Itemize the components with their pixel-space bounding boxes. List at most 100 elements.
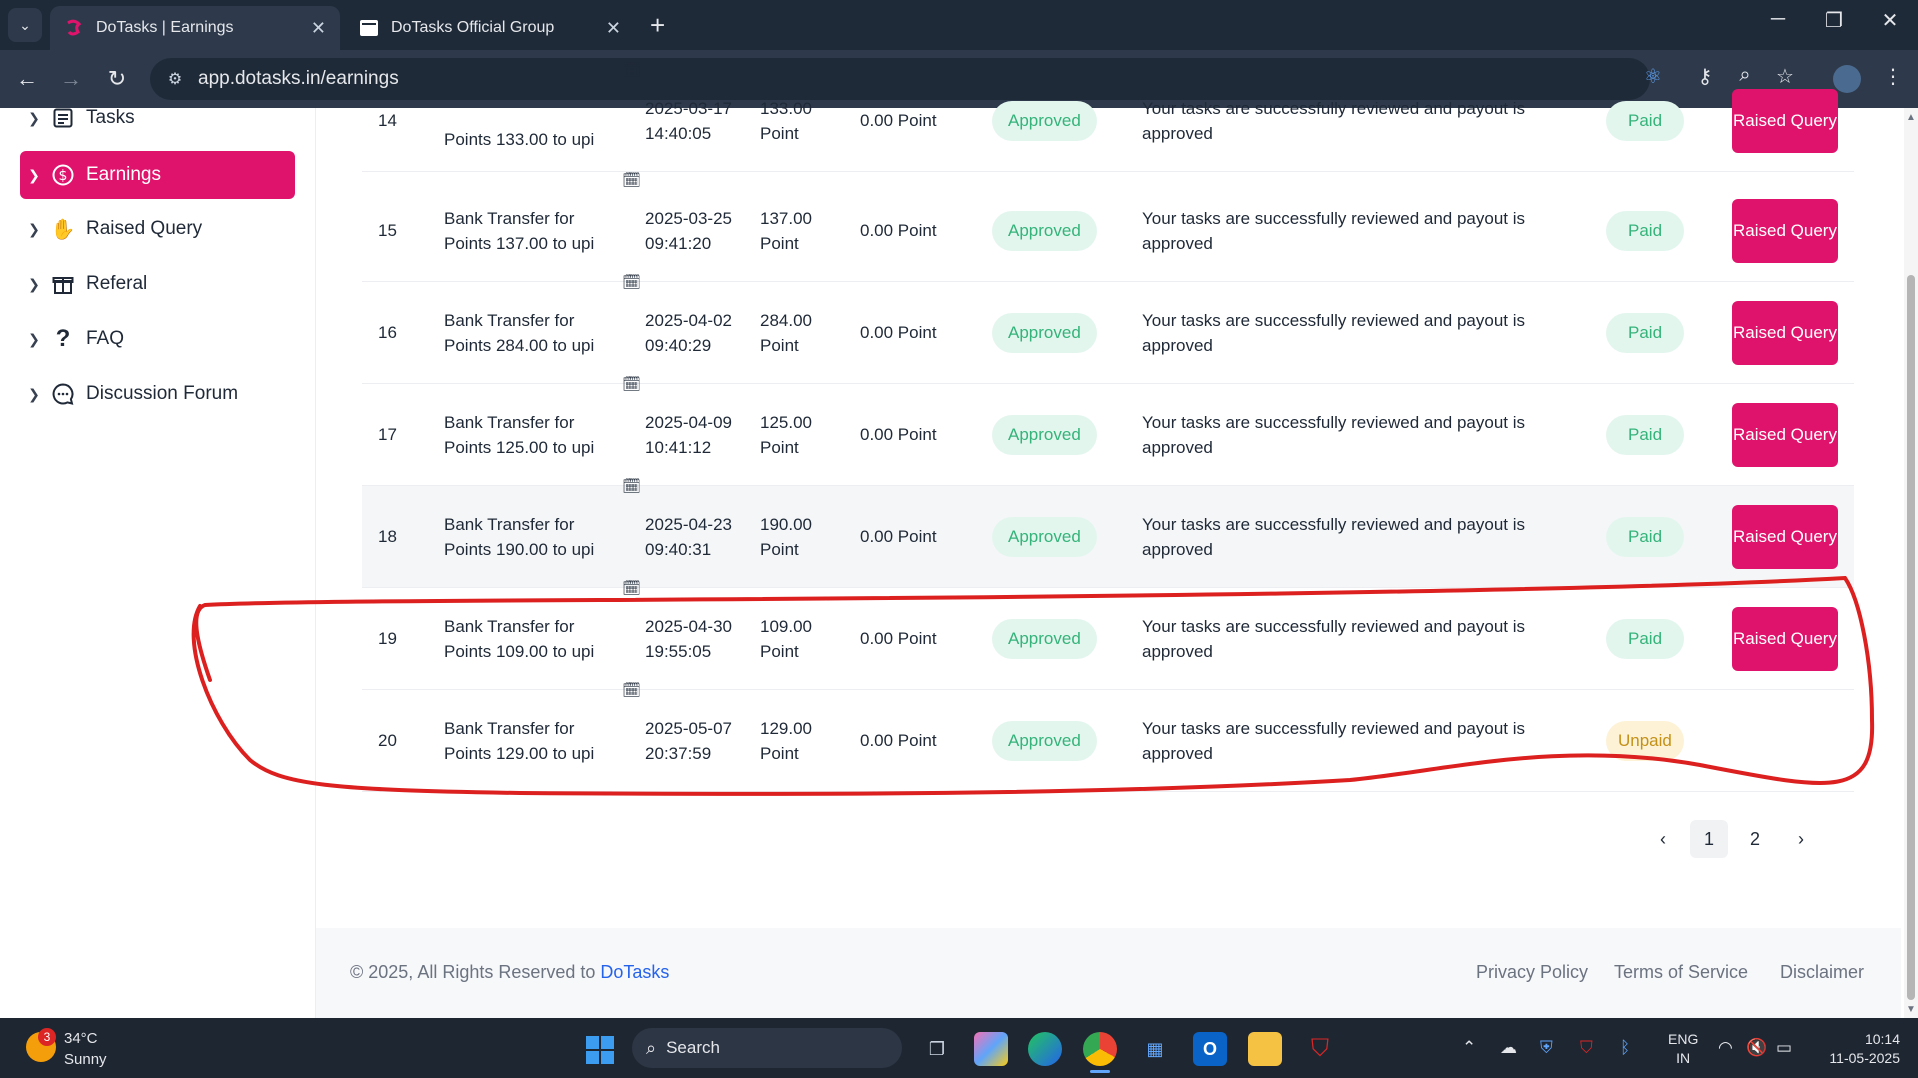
table-row: 15 Bank Transfer for Points 137.00 to up… (362, 172, 1854, 282)
wifi-icon[interactable]: ◠ (1718, 1038, 1733, 1058)
copyright-text: © 2025, All Rights Reserved to (350, 962, 601, 982)
row-description: Bank Transfer for Points 109.00 to upi (444, 616, 595, 661)
close-window-icon[interactable]: ✕ (1870, 8, 1910, 33)
site-settings-icon[interactable]: ⚙ (164, 68, 186, 90)
restore-icon[interactable]: ❐ (1814, 8, 1854, 33)
row-amount: 190.00 Point (760, 514, 812, 559)
payment-badge: Paid (1606, 516, 1685, 557)
raised-query-button[interactable]: Raised Query (1732, 402, 1838, 467)
tab-title: DoTasks | Earnings (96, 19, 234, 36)
privacy-policy-link[interactable]: Privacy Policy (1476, 962, 1588, 983)
tab-earnings[interactable]: DoTasks | Earnings ✕ (50, 6, 340, 50)
back-icon[interactable]: ← (12, 64, 42, 94)
row-date: 🗓 2025-04-09 10:41:12 (622, 376, 752, 485)
tab-official-group[interactable]: DoTasks Official Group ✕ (345, 6, 635, 50)
row-amount: 137.00 Point (760, 208, 812, 253)
table-row: 16 Bank Transfer for Points 284.00 to up… (362, 274, 1854, 384)
sidebar-item-discussion-forum[interactable]: ❯ Discussion Forum (20, 370, 295, 418)
microsoft-store-icon[interactable]: ▦ (1138, 1032, 1172, 1066)
brand-link[interactable]: DoTasks (600, 962, 669, 982)
row-fee: 0.00 Point (860, 629, 937, 648)
page-1-button[interactable]: 1 (1690, 820, 1728, 858)
hand-icon: ✋ (50, 218, 76, 241)
row-date-text: 2025-03-17 14:40:05 (645, 98, 733, 143)
close-icon[interactable]: ✕ (311, 18, 326, 39)
calendar-icon: 🗓 (622, 172, 642, 189)
close-icon[interactable]: ✕ (606, 18, 621, 39)
page-2-button[interactable]: 2 (1736, 820, 1774, 858)
sidebar: ❯ Tasks ❯ $ Earnings ❯ ✋ Raised Query ❯ … (0, 107, 316, 1018)
terms-of-service-link[interactable]: Terms of Service (1614, 962, 1748, 983)
raised-query-button[interactable]: Raised Query (1732, 504, 1838, 569)
earnings-table: 14 Points 133.00 to upi 🗓 2025-03-17 14:4… (316, 62, 1901, 1018)
onedrive-cloud-icon[interactable]: ☁ (1500, 1038, 1517, 1058)
row-date-text: 2025-05-07 20:37:59 (645, 718, 733, 763)
next-page-icon[interactable]: › (1782, 820, 1820, 858)
mcafee-icon[interactable]: ⛉ (1303, 1032, 1337, 1066)
row-date: 🗓 2025-04-30 19:55:05 (622, 580, 752, 689)
sidebar-item-label: Raised Query (86, 218, 203, 239)
raised-query-button[interactable]: Raised Query (1732, 300, 1838, 365)
reload-icon[interactable]: ↻ (102, 64, 132, 94)
scroll-up-icon[interactable]: ▲ (1905, 112, 1917, 123)
disclaimer-link[interactable]: Disclaimer (1780, 962, 1864, 983)
list-icon (48, 105, 78, 131)
chrome-browser-icon[interactable] (1083, 1032, 1117, 1066)
speaker-muted-icon[interactable]: 🔇 (1746, 1038, 1767, 1058)
scrollbar-thumb[interactable] (1907, 275, 1915, 1000)
row-number: 19 (378, 629, 397, 648)
calendar-icon: 🗓 (622, 274, 642, 291)
row-remark: Your tasks are successfully reviewed and… (1142, 718, 1526, 763)
payment-badge: Paid (1606, 100, 1685, 141)
sidebar-item-tasks[interactable]: ❯ Tasks (20, 94, 295, 142)
row-fee: 0.00 Point (860, 221, 937, 240)
weather-condition: Sunny (64, 1051, 107, 1068)
row-date-text: 2025-04-23 09:40:31 (645, 514, 733, 559)
clock-time: 10:14 (1864, 1031, 1900, 1047)
raised-query-button[interactable]: Raised Query (1732, 606, 1838, 671)
sidebar-item-label: Tasks (86, 107, 135, 128)
prev-page-icon[interactable]: ‹ (1644, 820, 1682, 858)
tab-title: DoTasks Official Group (391, 19, 555, 36)
chevron-up-icon[interactable]: ⌃ (1462, 1038, 1476, 1058)
language-indicator[interactable]: ENG IN (1668, 1030, 1698, 1068)
calendar-icon: 🗓 (622, 580, 642, 597)
mcafee-tray-icon[interactable]: ⛉ (1580, 1038, 1593, 1058)
sidebar-item-earnings[interactable]: ❯ $ Earnings (20, 151, 295, 199)
copilot-icon[interactable] (974, 1032, 1008, 1066)
row-date-text: 2025-03-25 09:41:20 (645, 208, 733, 253)
row-remark: Your tasks are successfully reviewed and… (1142, 208, 1526, 253)
sidebar-item-faq[interactable]: ❯ ? FAQ (20, 315, 295, 363)
windows-start-icon[interactable] (586, 1036, 614, 1064)
file-explorer-icon[interactable] (1248, 1032, 1282, 1066)
row-date: 🗓 2025-04-02 09:40:29 (622, 274, 752, 383)
sidebar-item-raised-query[interactable]: ❯ ✋ Raised Query (20, 205, 295, 253)
outlook-icon[interactable]: O (1193, 1032, 1227, 1066)
raised-query-button[interactable]: Raised Query (1732, 198, 1838, 263)
status-badge: Approved (992, 720, 1097, 761)
new-tab-icon[interactable]: + (650, 10, 665, 41)
bluetooth-icon[interactable]: ᛒ (1620, 1038, 1630, 1058)
task-view-icon[interactable]: ❐ (920, 1032, 954, 1066)
chevron-right-icon: ❯ (28, 166, 40, 183)
chevron-right-icon: ❯ (28, 109, 40, 126)
copyright: © 2025, All Rights Reserved to DoTasks (350, 962, 669, 983)
chevron-right-icon: ❯ (28, 275, 40, 292)
edge-browser-icon[interactable] (1028, 1032, 1062, 1066)
sidebar-item-referal[interactable]: ❯ Referal (20, 260, 295, 308)
table-row: 17 Bank Transfer for Points 125.00 to up… (362, 376, 1854, 486)
taskbar-search[interactable]: ⌕ Search (632, 1028, 902, 1068)
tab-search-button[interactable]: ⌄ (8, 8, 42, 42)
row-remark: Your tasks are successfully reviewed and… (1142, 616, 1526, 661)
forward-icon[interactable]: → (56, 64, 86, 94)
minimize-icon[interactable]: ─ (1758, 8, 1798, 31)
security-shield-icon[interactable]: ⛨ (1540, 1038, 1553, 1058)
table-row: 19 Bank Transfer for Points 109.00 to up… (362, 580, 1854, 690)
search-placeholder: Search (666, 1038, 720, 1057)
menu-dots-icon[interactable]: ⋮ (1878, 64, 1908, 89)
row-amount: 284.00 Point (760, 310, 812, 355)
system-clock[interactable]: 10:14 11-05-2025 (1812, 1030, 1900, 1068)
battery-icon[interactable]: ▭ (1776, 1038, 1792, 1058)
raised-query-button[interactable]: Raised Query (1732, 88, 1838, 153)
scroll-down-icon[interactable]: ▼ (1905, 1004, 1917, 1015)
